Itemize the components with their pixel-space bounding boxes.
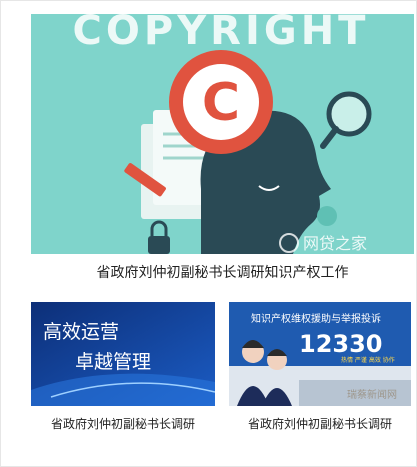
hotline-watermark: 瑞蔡新闻网 xyxy=(347,388,397,401)
management-image[interactable]: 高效运营 卓越管理 xyxy=(31,302,215,406)
hotline-image[interactable]: 知识产权维权援助与举报投诉 12330 热情 严谨 高效 协作 瑞蔡新闻网 xyxy=(229,302,411,406)
featured-watermark: 网贷之家 xyxy=(303,234,367,253)
management-line-1: 高效运营 xyxy=(43,321,119,343)
news-card-hotline[interactable]: 知识产权维权援助与举报投诉 12330 热情 严谨 高效 协作 瑞蔡新闻网 省政… xyxy=(229,302,411,437)
copyright-symbol: C xyxy=(202,73,240,133)
hotline-caption[interactable]: 省政府刘仲初副秘书长调研 xyxy=(229,415,411,432)
management-line-2: 卓越管理 xyxy=(75,351,151,373)
featured-caption[interactable]: 省政府刘仲初副秘书长调研知识产权工作 xyxy=(31,262,414,282)
news-card-management[interactable]: 高效运营 卓越管理 省政府刘仲初副秘书长调研 xyxy=(31,302,215,437)
hotline-heading: 知识产权维权援助与举报投诉 xyxy=(251,312,381,325)
hotline-subtitle: 热情 严谨 高效 协作 xyxy=(341,356,395,364)
featured-news-card[interactable]: COPYRIGHT C 网贷之家 省政府刘仲初副秘书长调研知识产权工作 xyxy=(31,14,414,284)
copyright-banner-text: COPYRIGHT xyxy=(73,14,370,54)
management-caption[interactable]: 省政府刘仲初副秘书长调研 xyxy=(31,415,215,432)
featured-image[interactable]: COPYRIGHT C 网贷之家 xyxy=(31,14,414,254)
hotline-number: 12330 xyxy=(299,330,383,358)
